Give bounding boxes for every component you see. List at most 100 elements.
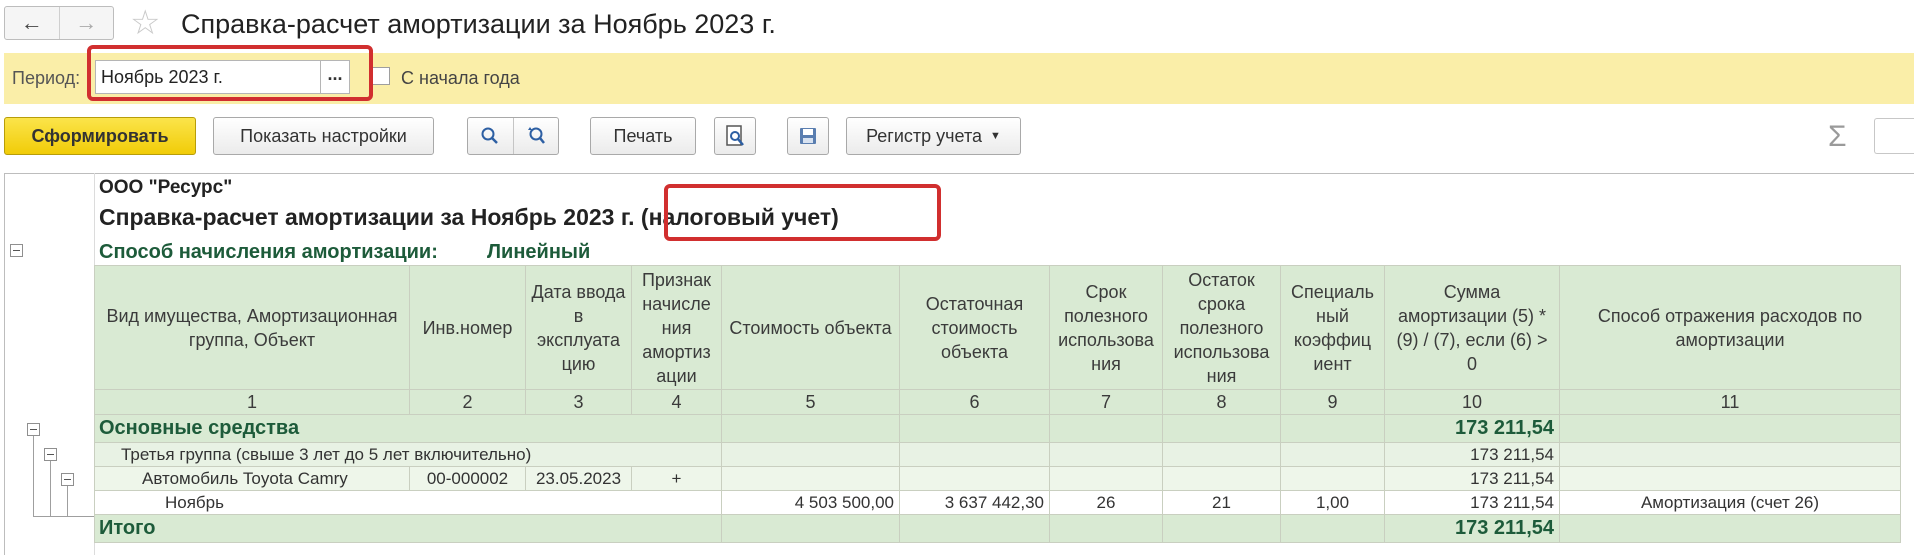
cell bbox=[1163, 515, 1281, 543]
print-button[interactable]: Печать bbox=[590, 117, 696, 155]
row-object-amount: 173 211,54 bbox=[1385, 467, 1560, 491]
navigation-buttons: ← → bbox=[4, 6, 114, 40]
highlight-period bbox=[87, 45, 373, 101]
save-button[interactable] bbox=[787, 117, 829, 155]
row-object-inv: 00-000002 bbox=[410, 467, 526, 491]
col-number: 10 bbox=[1385, 390, 1560, 415]
back-button[interactable]: ← bbox=[5, 7, 59, 39]
cell bbox=[1163, 467, 1281, 491]
header-coef: Специаль ный коэффиц иент bbox=[1281, 265, 1385, 390]
col-number: 11 bbox=[1560, 390, 1901, 415]
highlight-tax-accounting bbox=[664, 184, 941, 241]
header-expense-method: Способ отражения расходов по амортизации bbox=[1560, 265, 1901, 390]
search-buttons bbox=[467, 117, 559, 155]
cell bbox=[1050, 467, 1163, 491]
row-object-date: 23.05.2023 bbox=[526, 467, 632, 491]
cell bbox=[1163, 415, 1281, 443]
show-settings-button[interactable]: Показать настройки bbox=[213, 117, 434, 155]
arrow-right-icon: → bbox=[75, 10, 98, 35]
search-button[interactable] bbox=[468, 126, 513, 146]
preview-button[interactable] bbox=[714, 117, 756, 155]
collapse-subgroup-icon[interactable] bbox=[44, 448, 57, 461]
col-number: 9 bbox=[1281, 390, 1385, 415]
arrow-left-icon: ← bbox=[20, 10, 43, 35]
header-date: Дата ввода в эксплуата цию bbox=[526, 265, 632, 390]
period-label: Период: bbox=[12, 68, 81, 88]
report-title-text: Справка-расчет амортизации за Ноябрь 202… bbox=[99, 204, 635, 230]
cell bbox=[1050, 515, 1163, 543]
collapse-object-icon[interactable] bbox=[61, 473, 74, 486]
tree-line bbox=[50, 455, 51, 517]
search-icon bbox=[481, 127, 499, 144]
method-value: Линейный bbox=[487, 241, 591, 263]
collapse-group-icon[interactable] bbox=[27, 423, 40, 436]
cell bbox=[722, 443, 900, 467]
star-icon[interactable]: ☆ bbox=[130, 3, 160, 43]
cell bbox=[900, 443, 1050, 467]
tree-line bbox=[33, 516, 94, 517]
col-number: 6 bbox=[900, 390, 1050, 415]
row-group-amount: 173 211,54 bbox=[1385, 415, 1560, 443]
cell bbox=[722, 415, 900, 443]
col-number: 1 bbox=[94, 390, 410, 415]
save-icon bbox=[800, 128, 816, 144]
cell bbox=[900, 415, 1050, 443]
header-remaining: Остаток срока полезного использова ния bbox=[1163, 265, 1281, 390]
cell bbox=[900, 467, 1050, 491]
header-flag: Признак начисле ния амортиз ации bbox=[632, 265, 722, 390]
col-number: 7 bbox=[1050, 390, 1163, 415]
row-group-name: Основные средства bbox=[94, 415, 722, 443]
print-preview-icon bbox=[726, 125, 744, 146]
sigma-icon[interactable]: Σ bbox=[1828, 120, 1847, 154]
row-month-coef: 1,00 bbox=[1281, 491, 1385, 515]
header-property-type: Вид имущества, Амортизационная группа, О… bbox=[94, 265, 410, 390]
cell bbox=[1050, 443, 1163, 467]
cell bbox=[722, 515, 900, 543]
row-month-method: Амортизация (счет 26) bbox=[1560, 491, 1901, 515]
search-reset-button[interactable] bbox=[512, 118, 559, 154]
from-year-start-checkbox[interactable] bbox=[372, 67, 390, 85]
col-number: 3 bbox=[526, 390, 632, 415]
search-cancel-icon bbox=[527, 127, 545, 144]
from-year-start-label[interactable]: С начала года bbox=[401, 66, 520, 90]
row-object-flag: + bbox=[632, 467, 722, 491]
row-month-name: Ноябрь bbox=[94, 491, 722, 515]
report-border-left bbox=[4, 173, 5, 555]
cell bbox=[1560, 515, 1901, 543]
row-month-term: 26 bbox=[1050, 491, 1163, 515]
collapse-report-icon[interactable] bbox=[10, 244, 23, 257]
report-border-top bbox=[4, 173, 1914, 174]
row-month-amount: 173 211,54 bbox=[1385, 491, 1560, 515]
register-label: Регистр учета bbox=[866, 125, 983, 146]
cell bbox=[1560, 415, 1901, 443]
cell bbox=[722, 467, 900, 491]
window-title: Справка-расчет амортизации за Ноябрь 202… bbox=[181, 9, 776, 39]
row-subgroup-name: Третья группа (свыше 3 лет до 5 лет вклю… bbox=[94, 443, 722, 467]
row-subgroup-amount: 173 211,54 bbox=[1385, 443, 1560, 467]
row-total-amount: 173 211,54 bbox=[1385, 515, 1560, 543]
forward-button[interactable]: → bbox=[58, 7, 114, 39]
cell bbox=[1281, 415, 1385, 443]
cell bbox=[900, 515, 1050, 543]
row-month-cost: 4 503 500,00 bbox=[722, 491, 900, 515]
header-term: Срок полезного использова ния bbox=[1050, 265, 1163, 390]
header-cost: Стоимость объекта bbox=[722, 265, 900, 390]
generate-button[interactable]: Сформировать bbox=[4, 117, 196, 155]
header-amount: Сумма амортизации (5) * (9) / (7), если … bbox=[1385, 265, 1560, 390]
cell bbox=[1050, 415, 1163, 443]
header-inv-number: Инв.номер bbox=[410, 265, 526, 390]
row-month-residual: 3 637 442,30 bbox=[900, 491, 1050, 515]
col-number: 2 bbox=[410, 390, 526, 415]
col-number: 4 bbox=[632, 390, 722, 415]
method-label: Способ начисления амортизации: bbox=[99, 241, 438, 263]
col-number: 8 bbox=[1163, 390, 1281, 415]
row-month-remaining: 21 bbox=[1163, 491, 1281, 515]
sum-field bbox=[1874, 118, 1914, 154]
cell bbox=[1281, 467, 1385, 491]
cell bbox=[1163, 443, 1281, 467]
cell bbox=[1281, 443, 1385, 467]
register-dropdown[interactable]: Регистр учета ▼ bbox=[846, 117, 1021, 155]
chevron-down-icon: ▼ bbox=[990, 130, 1001, 142]
tree-line bbox=[33, 430, 34, 516]
cell bbox=[1560, 443, 1901, 467]
